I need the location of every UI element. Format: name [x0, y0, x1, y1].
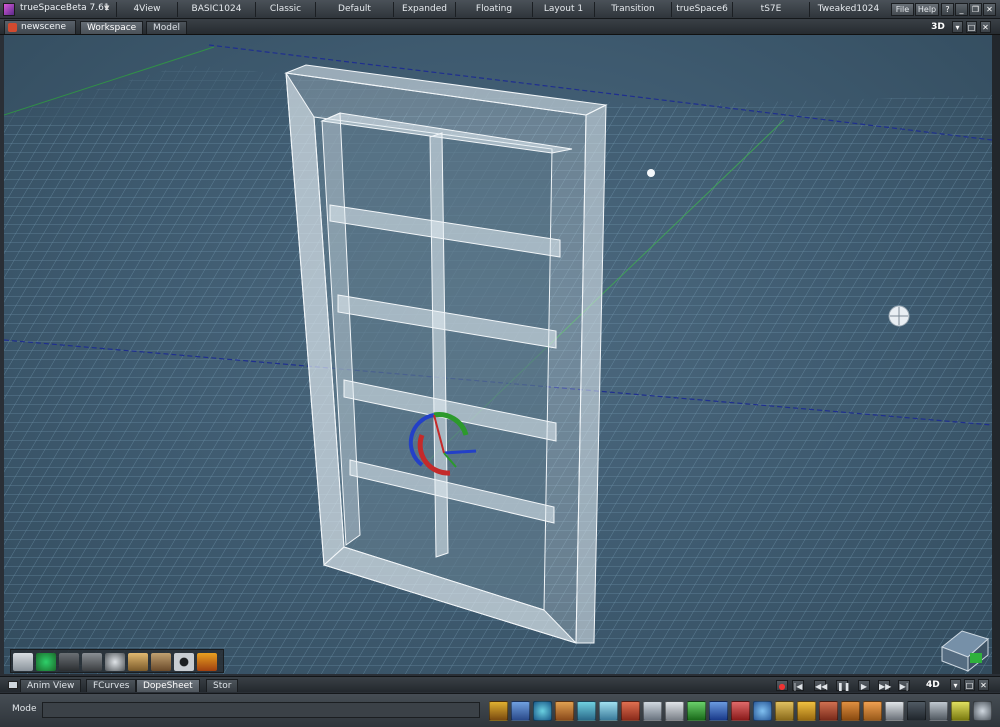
- tab-workspace[interactable]: Workspace: [80, 21, 144, 34]
- close-icon[interactable]: ✕: [983, 3, 996, 16]
- sphere-primitive-icon[interactable]: [36, 653, 56, 671]
- layout-tab[interactable]: Layout 1: [532, 2, 594, 17]
- library-icon[interactable]: [599, 701, 618, 721]
- link-icon[interactable]: [489, 701, 508, 721]
- viewport-scrollbar[interactable]: [992, 35, 1000, 674]
- layout-tab[interactable]: Classic: [255, 2, 315, 17]
- scene-icon[interactable]: [577, 701, 596, 721]
- layout-tab[interactable]: 4View: [116, 2, 177, 17]
- move-icon[interactable]: [643, 701, 662, 721]
- panel-menu-chevron-icon[interactable]: ▾: [950, 679, 961, 691]
- tab-dopesheet[interactable]: DopeSheet: [136, 679, 200, 692]
- scene-tab-label: newscene: [21, 22, 67, 32]
- material-icon[interactable]: [929, 701, 948, 721]
- help-button[interactable]: Help: [915, 3, 939, 16]
- point-light-icon[interactable]: [647, 169, 655, 177]
- file-button[interactable]: File: [891, 3, 914, 16]
- layout-tab[interactable]: Default: [315, 2, 393, 17]
- layout-tab[interactable]: Tweaked1024: [809, 2, 887, 17]
- select-arrow-icon[interactable]: [13, 653, 33, 671]
- tab-stor[interactable]: Stor: [206, 679, 239, 692]
- panel-icon: [8, 681, 18, 689]
- fast-forward-icon[interactable]: ▶▶: [878, 680, 891, 691]
- cube-primitive-icon[interactable]: [59, 653, 79, 671]
- tab-anim-view[interactable]: Anim View: [20, 679, 82, 692]
- record-icon[interactable]: ●: [776, 680, 788, 691]
- widget-icon[interactable]: [665, 701, 684, 721]
- layout-tab[interactable]: Expanded: [393, 2, 455, 17]
- render-scene-icon[interactable]: [973, 701, 992, 721]
- help-question-icon[interactable]: ?: [941, 3, 954, 16]
- go-start-icon[interactable]: |◀: [792, 680, 804, 691]
- light-icon[interactable]: [128, 653, 148, 671]
- pause-icon[interactable]: ❚❚: [836, 680, 850, 691]
- viewport-maximize-icon[interactable]: □: [966, 21, 977, 33]
- restore-icon[interactable]: ❐: [969, 3, 982, 16]
- viewport-menu-chevron-icon[interactable]: ▾: [952, 21, 963, 33]
- axis-y-icon[interactable]: [709, 701, 728, 721]
- brush-icon[interactable]: [151, 653, 171, 671]
- rotate-icon[interactable]: [533, 701, 552, 721]
- app-title: trueSpaceBeta 7.61: [20, 3, 110, 13]
- scene-icon: [8, 23, 17, 32]
- panel-close-icon[interactable]: ✕: [978, 679, 989, 691]
- rotate-tool-icon[interactable]: [753, 701, 772, 721]
- scene-canvas[interactable]: [4, 35, 992, 674]
- knife-icon[interactable]: [197, 653, 217, 671]
- layout-tab[interactable]: Floating: [455, 2, 532, 17]
- tab-model[interactable]: Model: [146, 21, 188, 34]
- grid-icon[interactable]: [841, 701, 860, 721]
- app-menu-chevron-icon[interactable]: ▼: [104, 4, 113, 14]
- axis-x-icon[interactable]: [687, 701, 706, 721]
- cylinder-primitive-icon[interactable]: [82, 653, 102, 671]
- home-icon[interactable]: [819, 701, 838, 721]
- status-label: Mode: [12, 704, 37, 714]
- viewport-tab-row: newscene Workspace Model 3D ▾ □ ✕: [0, 19, 1000, 35]
- snap-icon[interactable]: [555, 701, 574, 721]
- app-logo-icon: [3, 3, 15, 16]
- camera-view-icon[interactable]: [907, 701, 926, 721]
- scene-tab[interactable]: newscene: [4, 20, 76, 34]
- minimize-icon[interactable]: _: [955, 3, 968, 16]
- status-field[interactable]: [42, 702, 480, 718]
- window-model[interactable]: [284, 64, 608, 644]
- status-bar: Mode: [0, 693, 1000, 727]
- screen-icon[interactable]: [951, 701, 970, 721]
- layout-tab[interactable]: Transition: [594, 2, 671, 17]
- layout-tab[interactable]: tS7E: [732, 2, 809, 17]
- torus-icon[interactable]: [174, 653, 194, 671]
- paint-icon[interactable]: [511, 701, 530, 721]
- layout-tab[interactable]: BASIC1024: [177, 2, 255, 17]
- viewport-close-icon[interactable]: ✕: [980, 21, 991, 33]
- primitive-icon[interactable]: [885, 701, 904, 721]
- panel-maximize-icon[interactable]: □: [964, 679, 975, 691]
- axis-z-icon[interactable]: [731, 701, 750, 721]
- panel-tab-row: Anim View FCurves DopeSheet Stor ● |◀ ◀◀…: [0, 676, 1000, 692]
- play-icon[interactable]: ▶: [858, 680, 870, 691]
- tab-fcurves[interactable]: FCurves: [86, 679, 137, 692]
- scale-tool-icon[interactable]: [775, 701, 794, 721]
- layout-tab[interactable]: trueSpace6: [671, 2, 732, 17]
- object-tool-icon[interactable]: [621, 701, 640, 721]
- rewind-icon[interactable]: ◀◀: [814, 680, 827, 691]
- paint-icon[interactable]: [105, 653, 125, 671]
- view-mode-label[interactable]: 3D: [928, 21, 948, 34]
- layout-bar: trueSpaceBeta 7.61 ▼ 4View BASIC1024 Cla…: [0, 0, 1000, 19]
- anim-mode-label[interactable]: 4D: [926, 680, 946, 691]
- camera-icon[interactable]: [797, 701, 816, 721]
- 3d-viewport[interactable]: [4, 35, 992, 674]
- light-tool-icon[interactable]: [863, 701, 882, 721]
- viewport-toolbar: [10, 649, 224, 673]
- go-end-icon[interactable]: ▶|: [898, 680, 910, 691]
